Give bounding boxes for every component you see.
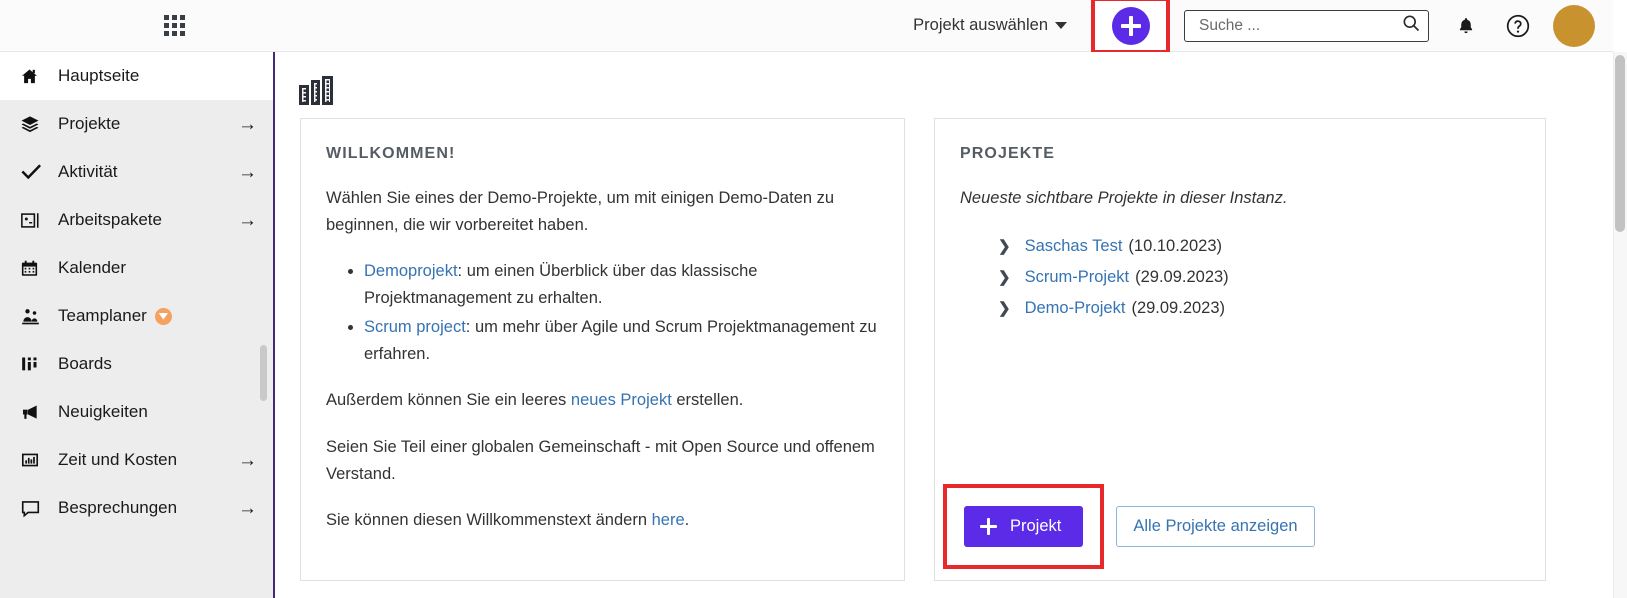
here-link[interactable]: here (652, 511, 685, 529)
sidebar: Hauptseite Projekte → Aktivität → Arbeit… (0, 52, 275, 598)
sidebar-item-zeit-und-kosten[interactable]: Zeit und Kosten → (0, 436, 273, 484)
scrum-project-link[interactable]: Scrum project (364, 318, 466, 336)
project-select-label: Projekt auswählen (913, 16, 1048, 34)
app-root: Projekt auswählen Suche ... Hauptseite P… (0, 0, 1627, 598)
sidebar-item-label: Kalender (58, 258, 127, 277)
sidebar-item-label: Arbeitspakete (58, 210, 162, 229)
sidebar-arrow: → (238, 209, 257, 231)
demo-projects-list: Demoprojekt: um einen Überblick über das… (326, 258, 880, 367)
projects-card-subtitle: Neueste sichtbare Projekte in dieser Ins… (960, 189, 1288, 207)
sidebar-item-arbeitspakete[interactable]: Arbeitspakete → (0, 196, 273, 244)
sidebar-item-label: Neuigkeiten (58, 402, 148, 421)
layers-icon (20, 114, 46, 134)
projects-card-title: PROJEKTE (960, 145, 1056, 162)
grid-apps-icon[interactable] (159, 11, 189, 41)
sidebar-arrow: → (238, 449, 257, 471)
sidebar-item-hauptseite[interactable]: Hauptseite (0, 52, 273, 100)
paragraph-text-pre: Außerdem können Sie ein leeres (326, 391, 571, 410)
list-item: ❯ Scrum-Projekt (29.09.2023) (998, 263, 1521, 292)
list-item: ❯ Demo-Projekt (29.09.2023) (998, 294, 1521, 323)
work-package-icon (20, 211, 46, 230)
welcome-card: WILLKOMMEN! Wählen Sie eines der Demo-Pr… (300, 118, 905, 582)
search-icon[interactable] (1401, 13, 1421, 38)
chevron-right-icon: ❯ (998, 269, 1011, 287)
header-right-cluster: Projekt auswählen (913, 0, 1613, 54)
sidebar-item-label: Boards (58, 354, 112, 373)
enterprise-gem-icon (154, 307, 172, 325)
edit-welcome-paragraph: Sie können diesen Willkommenstext ändern… (326, 507, 880, 534)
recent-projects-list: ❯ Saschas Test (10.10.2023) ❯ Scrum-Proj… (960, 232, 1521, 324)
paragraph-text-pre: Sie können diesen Willkommenstext ändern (326, 511, 652, 530)
sidebar-item-label: Hauptseite (58, 66, 140, 85)
sidebar-scrollbar-thumb[interactable] (260, 345, 267, 401)
home-icon (20, 67, 46, 86)
sidebar-arrow: → (238, 497, 257, 519)
page-scrollbar-thumb[interactable] (1615, 55, 1625, 232)
sidebar-item-aktivitaet[interactable]: Aktivität → (0, 148, 273, 196)
avatar[interactable] (1553, 4, 1595, 47)
cards-row: WILLKOMMEN! Wählen Sie eines der Demo-Pr… (277, 105, 1613, 582)
sidebar-item-teamplaner[interactable]: Teamplaner (0, 292, 273, 340)
sidebar-arrow: → (238, 161, 257, 183)
project-link[interactable]: Scrum-Projekt (1025, 263, 1130, 292)
grid-apps-glyph (163, 15, 185, 36)
projects-card-actions: Projekt Alle Projekte anzeigen (943, 484, 1315, 570)
list-item: Demoprojekt: um einen Überblick über das… (364, 258, 880, 311)
demoprojekt-link[interactable]: Demoprojekt (364, 262, 458, 280)
sidebar-item-neuigkeiten[interactable]: Neuigkeiten (0, 388, 273, 436)
neues-projekt-link[interactable]: neues Projekt (571, 391, 672, 409)
project-date: (10.10.2023) (1128, 236, 1222, 255)
bell-icon[interactable] (1451, 11, 1481, 41)
project-link[interactable]: Saschas Test (1025, 232, 1123, 261)
project-date: (29.09.2023) (1131, 299, 1226, 318)
new-project-button-label: Projekt (1010, 517, 1062, 536)
new-project-paragraph: Außerdem können Sie ein leeres neues Pro… (326, 387, 880, 414)
sidebar-item-label: Projekte (58, 114, 121, 133)
list-item: ❯ Saschas Test (10.10.2023) (998, 232, 1521, 261)
top-header: Projekt auswählen (0, 0, 1613, 54)
sidebar-arrow: → (238, 113, 257, 135)
chevron-right-icon: ❯ (998, 237, 1011, 255)
check-icon (20, 161, 46, 183)
speech-bubble-icon (20, 499, 46, 518)
community-paragraph: Seien Sie Teil einer globalen Gemeinscha… (326, 438, 875, 483)
megaphone-icon (20, 402, 46, 422)
welcome-card-title: WILLKOMMEN! (326, 145, 456, 162)
welcome-intro-paragraph: Wählen Sie eines der Demo-Projekte, um m… (326, 189, 835, 234)
team-planner-icon (20, 306, 46, 326)
paragraph-text-post: . (684, 511, 690, 530)
page-icon-row (277, 52, 1613, 105)
sidebar-item-boards[interactable]: Boards (0, 340, 273, 388)
project-link[interactable]: Demo-Projekt (1025, 294, 1126, 323)
help-circle-icon[interactable] (1503, 11, 1533, 41)
sidebar-item-label: Teamplaner (58, 306, 147, 325)
sidebar-item-besprechungen[interactable]: Besprechungen → (0, 484, 273, 532)
main-content: WILLKOMMEN! Wählen Sie eines der Demo-Pr… (277, 52, 1613, 598)
new-project-button-highlight-box: Projekt (943, 484, 1105, 570)
calendar-icon (20, 259, 46, 278)
add-button-highlight-box (1091, 0, 1170, 54)
project-select-dropdown[interactable]: Projekt auswählen (913, 16, 1067, 35)
chevron-right-icon: ❯ (998, 300, 1011, 318)
paragraph-text-post: erstellen. (671, 391, 744, 410)
add-button[interactable] (1111, 6, 1150, 45)
buildings-icon (299, 76, 1613, 105)
sidebar-item-projekte[interactable]: Projekte → (0, 100, 273, 148)
chart-report-icon (20, 451, 46, 469)
search-input[interactable] (1197, 15, 1401, 36)
sidebar-item-kalender[interactable]: Kalender (0, 244, 273, 292)
sidebar-item-label: Aktivität (58, 162, 118, 181)
project-date: (29.09.2023) (1135, 268, 1229, 287)
sidebar-item-label: Zeit und Kosten (58, 450, 178, 469)
sidebar-item-label: Besprechungen (58, 498, 178, 517)
search-box[interactable] (1184, 9, 1429, 42)
new-project-button[interactable]: Projekt (964, 506, 1084, 548)
chevron-down-icon (1055, 22, 1067, 29)
projects-card: PROJEKTE Neueste sichtbare Projekte in d… (934, 118, 1546, 582)
view-all-projects-button[interactable]: Alle Projekte anzeigen (1116, 506, 1315, 548)
list-item: Scrum project: um mehr über Agile und Sc… (364, 314, 880, 367)
page-scrollbar-track[interactable] (1613, 52, 1627, 598)
plus-icon (980, 518, 997, 536)
boards-icon (20, 354, 46, 374)
